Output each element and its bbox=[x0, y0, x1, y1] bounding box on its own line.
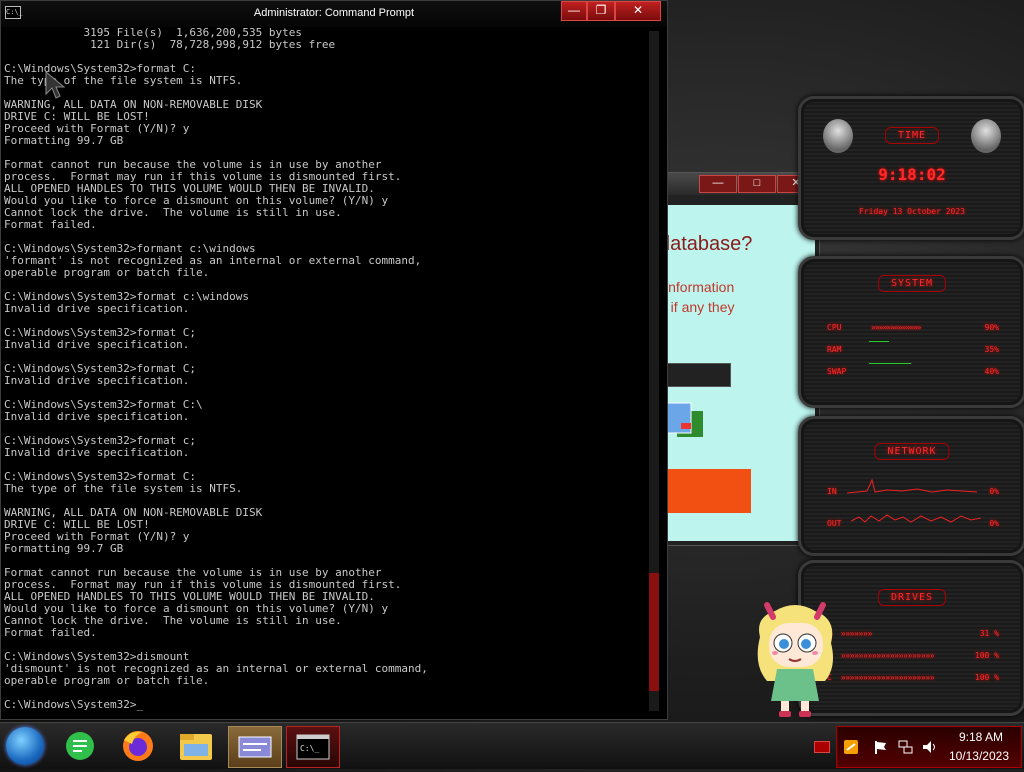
cmd-output-line: Formatting 99.7 GB bbox=[4, 134, 124, 147]
drive-a-value: 31 % bbox=[979, 629, 999, 638]
time-gadget[interactable]: TIME 9:18:02 Friday 13 October 2023 bbox=[798, 96, 1024, 240]
taskbar-control-panel-button[interactable] bbox=[228, 726, 282, 768]
show-hidden-icons-icon[interactable] bbox=[814, 741, 830, 753]
cmd-output-line: Invalid drive specification. bbox=[4, 374, 190, 387]
cpu-bar: »»»»»»»»»»»»» bbox=[871, 323, 922, 332]
taskbar-greenshot-button[interactable] bbox=[56, 726, 108, 766]
command-prompt-window[interactable]: C:\_ Administrator: Command Prompt — ❐ ✕… bbox=[0, 0, 668, 720]
dialog-text-line-2: e if any they bbox=[659, 299, 735, 315]
drive-c-value: 100 % bbox=[974, 673, 999, 682]
cartoon-character-sticker bbox=[757, 602, 833, 717]
volume-icon[interactable] bbox=[921, 739, 937, 755]
command-prompt-icon: C:\_ bbox=[296, 734, 330, 760]
cmd-maximize-button[interactable]: ❐ bbox=[587, 1, 615, 21]
cmd-output-line: Cannot lock the drive. The volume is sti… bbox=[4, 206, 342, 219]
taskbar: C:\_ 9:18 AM 10/13/2023 bbox=[0, 722, 1024, 769]
dialog-action-button[interactable] bbox=[659, 469, 751, 513]
svg-text:C:\_: C:\_ bbox=[300, 744, 319, 753]
cmd-output-line: operable program or batch file. bbox=[4, 266, 210, 279]
system-gadget[interactable]: SYSTEM CPU »»»»»»»»»»»»» 90% RAM 35% SWA… bbox=[798, 256, 1024, 408]
drives-gadget-title: DRIVES bbox=[877, 589, 947, 606]
drive-a-bar: »»»»»»» bbox=[841, 629, 873, 638]
gadget-clock: 9:18:02 bbox=[878, 165, 946, 184]
control-panel-icon bbox=[238, 736, 272, 758]
cmd-output-line: 121 Dir(s) 78,728,998,912 bytes free bbox=[4, 38, 336, 51]
ram-value: 35% bbox=[984, 345, 999, 354]
drive-c-bar: »»»»»»»»»»»»»»»»»»»»» bbox=[841, 673, 935, 682]
cmd-output-line: Invalid drive specification. bbox=[4, 446, 190, 459]
tray-app-icon[interactable] bbox=[843, 739, 859, 755]
dialog-text-line-1: information bbox=[665, 279, 735, 295]
cmd-output-line: Format failed. bbox=[4, 626, 97, 639]
swap-graph bbox=[869, 363, 911, 364]
cmd-titlebar[interactable]: C:\_ Administrator: Command Prompt — ❐ ✕ bbox=[1, 1, 667, 27]
taskbar-clock-date[interactable]: 10/13/2023 bbox=[949, 749, 1009, 763]
dialog-minimize-button[interactable]: — bbox=[699, 175, 737, 193]
cmd-scrollbar-thumb[interactable] bbox=[649, 573, 659, 691]
network-gadget-title: NETWORK bbox=[874, 443, 950, 460]
taskbar-firefox-button[interactable] bbox=[112, 726, 164, 766]
net-out-graph bbox=[851, 514, 981, 523]
ram-label: RAM bbox=[827, 345, 842, 354]
action-center-flag-icon[interactable] bbox=[873, 739, 889, 755]
gadget-date: Friday 13 October 2023 bbox=[859, 207, 965, 216]
system-tray: 9:18 AM 10/13/2023 bbox=[836, 726, 1022, 768]
dialog-content: database? information e if any they bbox=[659, 205, 815, 541]
cmd-console-output[interactable]: 3195 File(s) 1,636,200,535 bytes 121 Dir… bbox=[4, 27, 644, 717]
cmd-output-line: Invalid drive specification. bbox=[4, 302, 190, 315]
taskbar-file-explorer-button[interactable] bbox=[170, 726, 222, 766]
folder-icon bbox=[180, 734, 212, 760]
cmd-output-line: The type of the file system is NTFS. bbox=[4, 74, 243, 87]
net-out-value: 0% bbox=[989, 519, 999, 528]
swap-value: 40% bbox=[984, 367, 999, 376]
ram-graph bbox=[869, 341, 889, 342]
cmd-output-line: Invalid drive specification. bbox=[4, 338, 190, 351]
greenshot-icon bbox=[66, 732, 94, 760]
cmd-output-line: Cannot lock the drive. The volume is sti… bbox=[4, 614, 342, 627]
dialog-input-field[interactable] bbox=[659, 363, 731, 387]
mouse-cursor-icon bbox=[45, 70, 66, 99]
drive-b-value: 100 % bbox=[974, 651, 999, 660]
cmd-output-line: Format failed. bbox=[4, 218, 97, 231]
cmd-close-button[interactable]: ✕ bbox=[615, 1, 661, 21]
cmd-output-line: C:\Windows\System32>_ bbox=[4, 698, 144, 711]
cmd-output-line: The type of the file system is NTFS. bbox=[4, 482, 243, 495]
cmd-output-line: Formatting 99.7 GB bbox=[4, 542, 124, 555]
net-in-graph bbox=[847, 478, 977, 494]
start-button[interactable] bbox=[6, 727, 44, 765]
cpu-label: CPU bbox=[827, 323, 842, 332]
cmd-output-line: Invalid drive specification. bbox=[4, 410, 190, 423]
net-out-label: OUT bbox=[827, 519, 842, 528]
cmd-output-line: operable program or batch file. bbox=[4, 674, 210, 687]
time-gadget-title: TIME bbox=[884, 127, 940, 144]
cmd-minimize-button[interactable]: — bbox=[561, 1, 587, 21]
network-icon[interactable] bbox=[897, 739, 913, 755]
net-in-label: IN bbox=[827, 487, 837, 496]
firefox-icon bbox=[123, 731, 153, 761]
taskbar-command-prompt-button[interactable]: C:\_ bbox=[286, 726, 340, 768]
network-gadget[interactable]: NETWORK IN 0% OUT 0% bbox=[798, 416, 1024, 556]
cmd-scrollbar[interactable] bbox=[649, 31, 659, 711]
swap-label: SWAP bbox=[827, 367, 847, 376]
dialog-heading: database? bbox=[659, 233, 753, 255]
taskbar-clock-time[interactable]: 9:18 AM bbox=[959, 730, 1003, 744]
cpu-value: 90% bbox=[984, 323, 999, 332]
dialog-maximize-button[interactable]: □ bbox=[738, 175, 776, 193]
drive-b-bar: »»»»»»»»»»»»»»»»»»»»» bbox=[841, 651, 935, 660]
alienware-logo-icon bbox=[823, 119, 853, 153]
net-in-value: 0% bbox=[989, 487, 999, 496]
system-gadget-title: SYSTEM bbox=[877, 275, 947, 292]
alienware-logo-icon bbox=[971, 119, 1001, 153]
